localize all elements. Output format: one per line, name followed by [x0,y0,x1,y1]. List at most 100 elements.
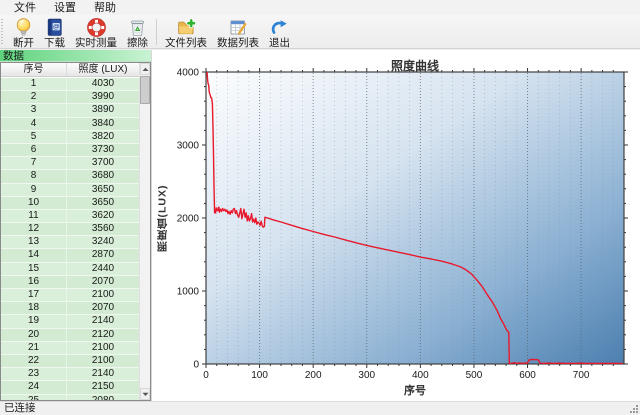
cell-index: 4 [1,118,67,130]
table-row[interactable]: 33890 [1,104,139,117]
menu-item-file[interactable]: 文件 [5,0,45,17]
toolbar-gripper[interactable] [1,19,5,45]
table-row[interactable]: 192140 [1,315,139,328]
cell-lux: 2140 [67,315,139,327]
x-tick-label: 400 [412,370,429,381]
x-tick-label: 300 [358,370,375,381]
table-row[interactable]: 93650 [1,184,139,197]
cell-lux: 2070 [67,302,139,314]
cell-lux: 3240 [67,236,139,248]
cell-index: 23 [1,368,67,380]
cell-index: 1 [1,78,67,90]
status-bar: 已连接 [0,401,640,415]
x-tick-label: 500 [466,370,483,381]
cell-index: 13 [1,236,67,248]
chart-panel: 照度曲线 照度值(LUX) 01002003004005006007000100… [151,50,640,401]
table-row[interactable]: 142870 [1,249,139,262]
y-tick-label: 2000 [177,214,200,225]
menu-bar: 文件 设置 帮助 [0,0,640,15]
connection-status: 已连接 [4,402,36,414]
scrollbar-down-button[interactable] [140,388,150,400]
x-tick-label: 700 [573,370,590,381]
cell-index: 8 [1,170,67,182]
cell-index: 7 [1,157,67,169]
cell-index: 18 [1,302,67,314]
table-scrollbar[interactable] [139,63,150,400]
table-row[interactable]: 103650 [1,197,139,210]
cell-index: 17 [1,289,67,301]
table-row[interactable]: 14030 [1,78,139,91]
cell-index: 11 [1,210,67,222]
table-row[interactable]: 232140 [1,368,139,381]
cell-lux: 3560 [67,223,139,235]
y-tick-label: 0 [193,360,199,371]
table-row[interactable]: 212100 [1,342,139,355]
data-table-header: 序号 照度 (LUX) [1,63,139,77]
toolbar-button-label: 擦除 [127,38,148,49]
toolbar-button-label: 断开 [13,38,34,49]
menu-item-settings[interactable]: 设置 [45,0,85,17]
cell-lux: 2870 [67,249,139,261]
toolbar: 断开 @ 下载 实时测量 擦除 文件列表 [0,15,640,49]
resize-grip-icon[interactable] [628,403,639,414]
cell-index: 14 [1,249,67,261]
cell-index: 20 [1,329,67,341]
cell-lux: 2100 [67,289,139,301]
table-row[interactable]: 23990 [1,91,139,104]
curved-arrow-icon [269,17,290,38]
cell-lux: 3730 [67,144,139,156]
scrollbar-thumb[interactable] [140,76,150,104]
toolbar-button-data-list[interactable]: 数据列表 [212,16,264,48]
data-table-rows: 1403023990338904384053820637307370083680… [1,78,139,400]
table-row[interactable]: 162070 [1,276,139,289]
table-row[interactable]: 63730 [1,144,139,157]
cell-index: 10 [1,197,67,209]
cell-lux: 2140 [67,368,139,380]
table-row[interactable]: 53820 [1,131,139,144]
table-row[interactable]: 133240 [1,236,139,249]
toolbar-button-label: 文件列表 [165,38,207,49]
table-row[interactable]: 83680 [1,170,139,183]
cell-index: 5 [1,131,67,143]
table-row[interactable]: 242150 [1,381,139,394]
toolbar-button-file-list[interactable]: 文件列表 [160,16,212,48]
cell-index: 12 [1,223,67,235]
toolbar-button-disconnect[interactable]: 断开 [8,16,39,48]
table-row[interactable]: 252080 [1,395,139,401]
cell-lux: 3820 [67,131,139,143]
toolbar-button-download[interactable]: @ 下载 [39,16,70,48]
cell-index: 6 [1,144,67,156]
table-row[interactable]: 123560 [1,223,139,236]
table-row[interactable]: 182070 [1,302,139,315]
table-row[interactable]: 113620 [1,210,139,223]
cell-lux: 3650 [67,184,139,196]
menu-item-help[interactable]: 帮助 [85,0,125,17]
illuminance-chart: 010020030040050060070001000200030004000 [152,50,640,402]
toolbar-button-exit[interactable]: 退出 [264,16,295,48]
cell-lux: 2440 [67,263,139,275]
data-table: 序号 照度 (LUX) 1403023990338904384053820637… [0,62,151,401]
toolbar-button-label: 实时测量 [75,38,117,49]
cell-lux: 2100 [67,342,139,354]
x-tick-label: 0 [203,370,209,381]
x-tick-label: 100 [251,370,268,381]
cell-index: 25 [1,395,67,401]
table-row[interactable]: 172100 [1,289,139,302]
y-tick-label: 4000 [177,68,200,79]
table-row[interactable]: 152440 [1,263,139,276]
scrollbar-up-button[interactable] [140,63,150,75]
column-header-index[interactable]: 序号 [1,63,67,76]
cell-index: 21 [1,342,67,354]
cell-index: 9 [1,184,67,196]
toolbar-button-realtime-measure[interactable]: 实时测量 [70,16,122,48]
chart-x-axis-title: 序号 [206,382,624,398]
toolbar-button-erase[interactable]: 擦除 [122,16,153,48]
cell-lux: 3700 [67,157,139,169]
toolbar-button-label: 退出 [269,38,290,49]
y-tick-label: 1000 [177,287,200,298]
table-row[interactable]: 73700 [1,157,139,170]
table-row[interactable]: 222100 [1,355,139,368]
table-row[interactable]: 43840 [1,118,139,131]
table-row[interactable]: 202120 [1,329,139,342]
column-header-lux[interactable]: 照度 (LUX) [67,63,139,76]
